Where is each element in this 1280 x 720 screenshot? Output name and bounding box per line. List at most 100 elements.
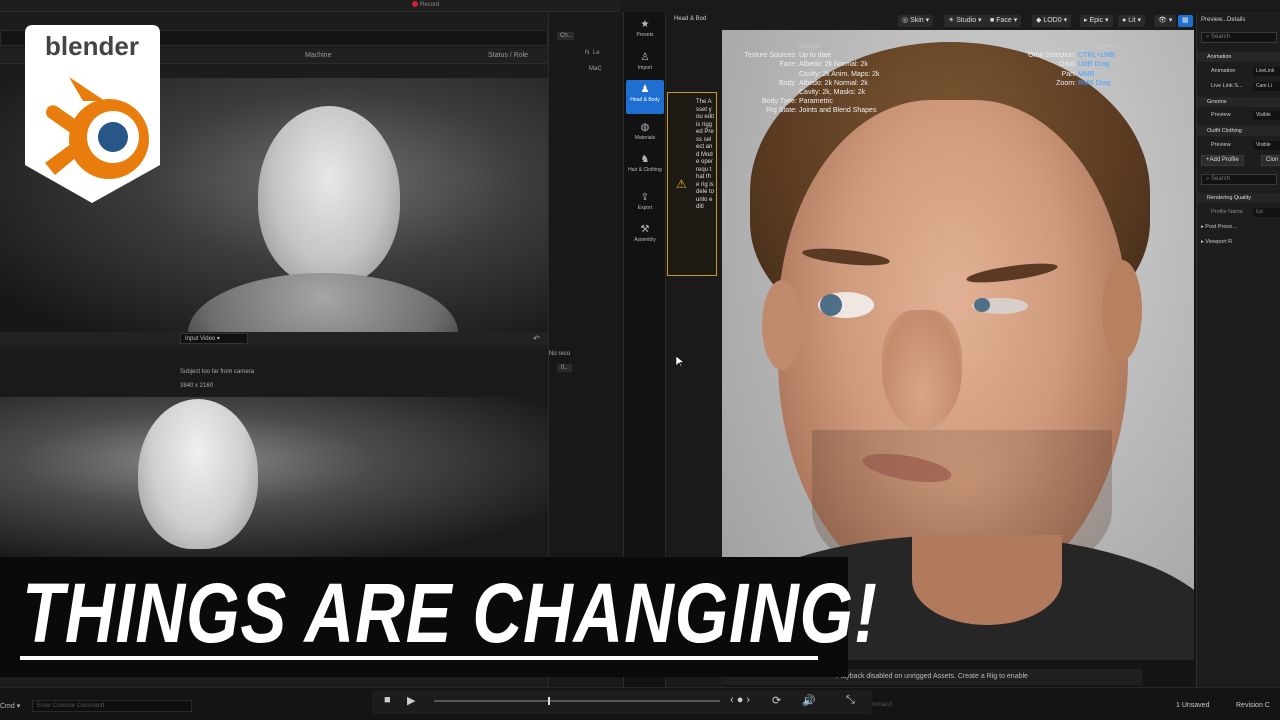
details-panel: Preview...Details ⌕ Search Animation Ani… bbox=[1196, 12, 1280, 687]
hammer-icon: ⚒ bbox=[640, 224, 650, 235]
star-icon: ★ bbox=[640, 19, 650, 30]
face-dropdown[interactable]: ■ Face ▾ bbox=[986, 15, 1022, 27]
input-video-select[interactable]: Input Video ▾ bbox=[180, 333, 248, 344]
column-status-role[interactable]: Status / Role bbox=[488, 52, 528, 59]
studio-dropdown[interactable]: ☀ Studio ▾ bbox=[944, 15, 986, 27]
section-grooms[interactable]: Grooms bbox=[1197, 97, 1280, 107]
status-row: Body Type: Parametric bbox=[762, 98, 833, 106]
person-icon: ♙ bbox=[640, 52, 650, 63]
status-row: Cavity: 2k Anim. Maps: 2k bbox=[799, 70, 880, 78]
materials-icon: ◍ bbox=[640, 122, 650, 133]
section-animation[interactable]: Animation bbox=[1197, 52, 1280, 62]
body-icon: ♟ bbox=[640, 84, 650, 95]
collapse-icon[interactable]: ⤡ bbox=[846, 694, 855, 707]
timeline-playhead[interactable] bbox=[548, 697, 551, 705]
status-overlay: Status Texture Sources: Up to date Face: A… bbox=[735, 42, 915, 116]
undo-icon[interactable]: ↶ bbox=[533, 334, 540, 343]
hotkey-row: Pan: MMB bbox=[1061, 70, 1095, 78]
animation-value[interactable]: LiveLink bbox=[1253, 67, 1280, 76]
resolution-label: 3840 x 2160 bbox=[180, 383, 214, 389]
logo-wordmark: blender bbox=[45, 31, 139, 61]
details-search2-input[interactable]: ⌕ Search bbox=[1201, 174, 1277, 185]
play-icon[interactable]: ▶ bbox=[407, 694, 415, 707]
stop-icon[interactable]: ■ bbox=[384, 694, 391, 706]
sidebar-item-assembly[interactable]: ⚒ Assembly bbox=[626, 220, 664, 254]
counter-field[interactable]: 0.. bbox=[557, 364, 572, 372]
warning-text: The Asset you edit is rigged Press selec… bbox=[696, 99, 715, 210]
sidebar-item-hair-clothing[interactable]: ♞ Hair & Clothing bbox=[626, 150, 664, 184]
volume-icon[interactable]: 🔊 bbox=[802, 694, 816, 707]
timeline-track[interactable] bbox=[434, 700, 720, 702]
column-machine[interactable]: Machine bbox=[305, 52, 331, 59]
lod-dropdown[interactable]: ◆ LOD0 ▾ bbox=[1032, 15, 1072, 27]
no-record-label: No reco bbox=[549, 351, 571, 357]
status-row: Face: Albedo: 2k Normal: 2k bbox=[779, 61, 868, 69]
character-ear-left bbox=[762, 280, 802, 370]
character-iris-left bbox=[820, 294, 842, 316]
sidebar-item-head-body[interactable]: ♟ Head & Body bbox=[626, 80, 664, 114]
viewport-settings-button[interactable]: ▦ bbox=[1178, 15, 1193, 27]
profile-name-value[interactable]: Epi bbox=[1253, 208, 1280, 217]
hair-icon: ♞ bbox=[640, 154, 650, 165]
sidebar-item-export[interactable]: ⇪ Export bbox=[626, 188, 664, 222]
lit-dropdown[interactable]: ● Lit ▾ bbox=[1118, 15, 1146, 27]
section-rendering-quality[interactable]: Rendering Quality bbox=[1197, 193, 1280, 203]
top-toolbar-left: Record bbox=[0, 0, 620, 12]
headline-text: THINGS ARE CHANGING! bbox=[22, 566, 878, 660]
hotkey-row: Orbit: LMB Drag bbox=[1058, 61, 1110, 69]
viewport-item[interactable]: ▸ Viewport R bbox=[1201, 239, 1232, 245]
warning-icon: ⚠ bbox=[676, 177, 687, 191]
add-profile-button[interactable]: +Add Profile bbox=[1201, 155, 1244, 166]
quality-dropdown[interactable]: ▸ Epic ▾ bbox=[1080, 15, 1113, 27]
post-process-item[interactable]: ▸ Post Proce... bbox=[1201, 224, 1237, 230]
viewport-toolbar: ◎ Skin ▾ ☀ Studio ▾ ■ Face ▾ ◆ LOD0 ▾ ▸ … bbox=[722, 12, 1194, 30]
subject-head-bottom bbox=[138, 399, 258, 549]
revision-control[interactable]: Revision C bbox=[1236, 702, 1270, 709]
clone-button[interactable]: Clon bbox=[1261, 155, 1280, 166]
unsaved-indicator[interactable]: 1 Unsaved bbox=[1176, 702, 1209, 709]
character-ear-right bbox=[1102, 260, 1142, 360]
hotkey-row: Zoom: RMB Drag bbox=[1056, 79, 1111, 87]
sidebar-item-materials[interactable]: ◍ Materials bbox=[626, 118, 664, 152]
export-icon: ⇪ bbox=[640, 192, 650, 203]
hotkey-row: Orbit Selection: CTRL+LMB bbox=[1028, 52, 1115, 60]
character-neck bbox=[912, 535, 1062, 625]
hotkeys-title: Hotkeys bbox=[1092, 43, 1118, 50]
animation-label: Animation bbox=[1211, 68, 1236, 74]
col-n: N bbox=[585, 50, 590, 56]
details-search-input[interactable]: ⌕ Search bbox=[1201, 32, 1277, 43]
skin-dropdown[interactable]: ◎ Skin ▾ bbox=[898, 15, 934, 27]
status-row: Body: Albedo: 2k Normal: 2k bbox=[779, 79, 868, 87]
playback-controls bbox=[372, 690, 872, 714]
command-input[interactable]: mmand bbox=[872, 702, 892, 708]
sidebar-item-import[interactable]: ♙ Import bbox=[626, 48, 664, 82]
tab-ch[interactable]: Ch.. bbox=[557, 32, 575, 40]
mouse-cursor-icon bbox=[676, 356, 684, 368]
row-mac[interactable]: MaC bbox=[589, 66, 602, 72]
livelink-label: Live Link S... bbox=[1211, 83, 1243, 89]
view-options-button[interactable]: 👁 ▾ bbox=[1154, 15, 1177, 27]
loop-icon[interactable]: ⟳ bbox=[772, 694, 781, 707]
console-input[interactable]: Enter Console Command bbox=[32, 700, 192, 712]
outfit-preview-value[interactable]: Visible bbox=[1253, 141, 1280, 150]
col-le: Le bbox=[593, 50, 600, 56]
sidebar-item-presets[interactable]: ★ Presets bbox=[626, 15, 664, 49]
subject-head bbox=[258, 106, 400, 286]
status-row: Cavity: 2k, Masks: 2k bbox=[799, 89, 866, 97]
capture-status-area: Subject too far from camera 3840 x 2160 bbox=[0, 350, 548, 396]
details-title: Preview...Details bbox=[1201, 17, 1246, 23]
panel-title: Head & Bod bbox=[674, 16, 707, 22]
character-iris-right bbox=[974, 298, 990, 312]
grooms-preview-label: Preview bbox=[1211, 112, 1231, 118]
grooms-preview-value[interactable]: Visible bbox=[1253, 111, 1280, 120]
video-controls-bar bbox=[0, 332, 548, 346]
status-row: Rig State: Joints and Blend Shapes bbox=[766, 107, 877, 115]
keyframe-nav-icon[interactable]: ‹ ● › bbox=[730, 694, 750, 706]
console-mode-dropdown[interactable]: Cmd ▾ bbox=[0, 702, 20, 710]
record-button[interactable]: Record bbox=[412, 1, 439, 8]
outfit-preview-label: Preview bbox=[1211, 142, 1231, 148]
section-outfit[interactable]: Outfit Clothing bbox=[1197, 126, 1280, 136]
livelink-value[interactable]: Cam Li bbox=[1253, 82, 1280, 91]
hotkeys-overlay: Hotkeys Orbit Selection: CTRL+LMB Orbit: L… bbox=[1010, 42, 1190, 88]
subject-shoulders bbox=[188, 273, 458, 332]
